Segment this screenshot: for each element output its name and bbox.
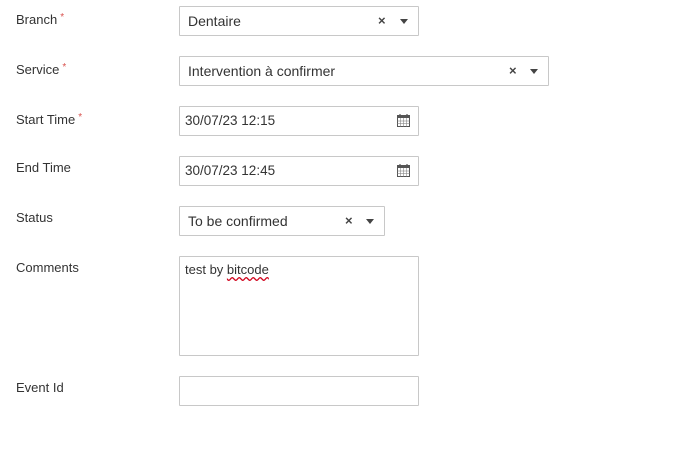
service-clear-icon[interactable]: × [509,63,517,79]
start-time-value: 30/07/23 12:15 [185,113,276,128]
comments-label-text: Comments [16,260,79,275]
calendar-icon[interactable] [397,114,410,127]
end-time-input[interactable]: 30/07/23 12:45 [179,156,419,186]
event-id-input[interactable] [179,376,419,406]
end-time-value: 30/07/23 12:45 [185,163,276,178]
required-marker: * [60,12,65,23]
branch-clear-icon[interactable]: × [378,13,386,29]
event-id-label-text: Event Id [16,380,64,395]
status-select[interactable]: To be confirmed × [179,206,385,236]
required-marker: * [62,62,67,73]
branch-label: Branch * [16,10,64,28]
start-time-input[interactable]: 30/07/23 12:15 [179,106,419,136]
comments-textarea[interactable] [179,256,419,356]
status-select-value: To be confirmed [188,213,288,229]
service-select[interactable]: Intervention à confirmer × [179,56,549,86]
service-label-text: Service [16,62,60,77]
branch-select-value: Dentaire [188,13,241,29]
end-time-label: End Time [16,160,71,176]
service-chevron-down-icon[interactable] [530,69,538,74]
status-label-text: Status [16,210,53,225]
end-time-label-text: End Time [16,160,71,175]
service-label: Service * [16,60,66,78]
branch-chevron-down-icon[interactable] [400,19,408,24]
event-id-label: Event Id [16,380,64,396]
start-time-label: Start Time * [16,110,82,128]
start-time-label-text: Start Time [16,112,76,127]
status-label: Status [16,210,53,226]
required-marker: * [78,112,83,123]
status-chevron-down-icon[interactable] [366,219,374,224]
appointment-form: Branch * Dentaire × Service * Intervention… [0,0,692,463]
status-clear-icon[interactable]: × [345,213,353,229]
comments-label: Comments [16,260,79,276]
service-select-value: Intervention à confirmer [188,63,336,79]
branch-select[interactable]: Dentaire × [179,6,419,36]
branch-label-text: Branch [16,12,58,27]
calendar-icon[interactable] [397,164,410,177]
